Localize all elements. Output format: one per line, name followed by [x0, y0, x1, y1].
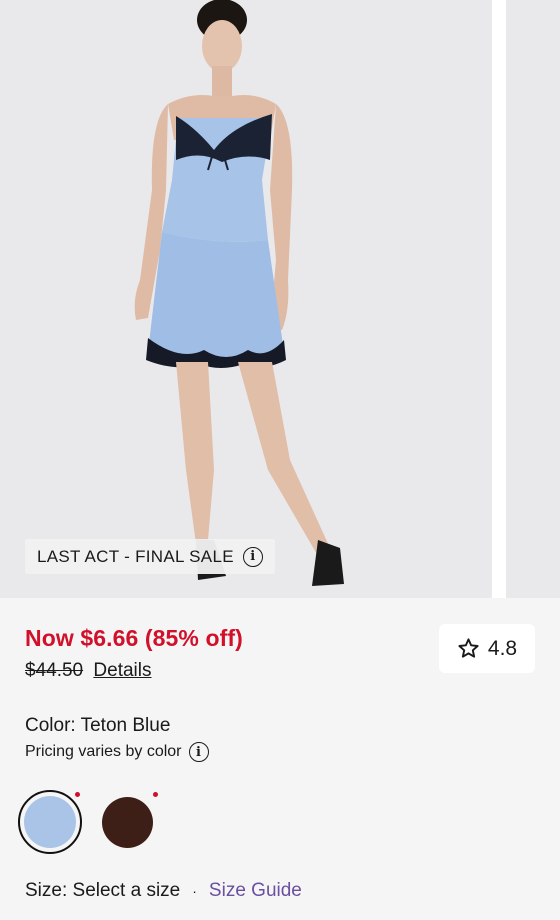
- rating-value: 4.8: [487, 636, 518, 660]
- product-photo: [134, 0, 344, 586]
- price-details-link[interactable]: Details: [93, 660, 151, 681]
- star-outline-icon: [458, 638, 479, 658]
- pricing-varies-note: Pricing varies by color i: [25, 742, 209, 762]
- size-guide-link[interactable]: Size Guide: [209, 880, 302, 902]
- swatch-fill: [24, 796, 76, 848]
- color-swatch-brown[interactable]: [102, 797, 153, 848]
- rating-badge[interactable]: 4.8: [439, 624, 535, 673]
- sale-indicator-dot: [153, 792, 158, 797]
- original-price: $44.50: [25, 660, 84, 681]
- original-price-row: $44.50 Details: [25, 660, 243, 682]
- final-sale-badge[interactable]: LAST ACT - FINAL SALE i: [25, 539, 275, 574]
- selected-color-label: Color: Teton Blue: [25, 715, 171, 736]
- size-selector-row: Size: Select a size · Size Guide: [25, 880, 302, 902]
- size-label: Size: Select a size: [25, 880, 181, 901]
- sale-price: Now $6.66 (85% off): [25, 625, 243, 651]
- info-icon[interactable]: i: [188, 742, 209, 762]
- color-swatch-teton-blue[interactable]: [18, 790, 82, 854]
- final-sale-badge-label: LAST ACT - FINAL SALE: [37, 546, 234, 566]
- product-image-gallery[interactable]: LAST ACT - FINAL SALE i: [0, 0, 560, 598]
- pricing-varies-text: Pricing varies by color: [25, 743, 182, 760]
- sale-indicator-dot: [75, 792, 80, 797]
- separator-dot: ·: [192, 883, 197, 899]
- price-block: Now $6.66 (85% off) $44.50 Details: [25, 625, 243, 682]
- info-icon[interactable]: i: [242, 546, 263, 567]
- product-image-next-peek[interactable]: [506, 0, 560, 598]
- product-image-main[interactable]: LAST ACT - FINAL SALE i: [0, 0, 492, 598]
